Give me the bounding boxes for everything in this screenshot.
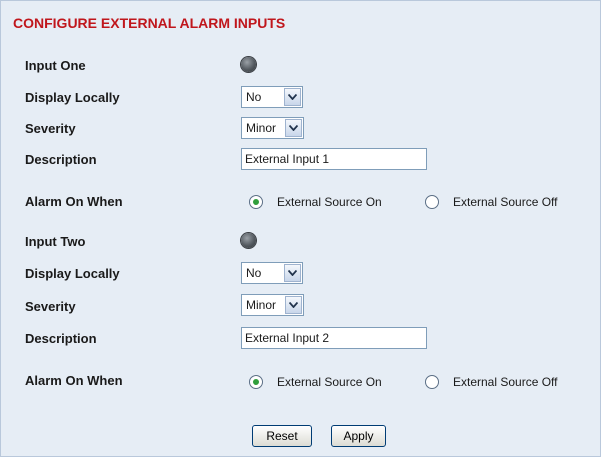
source-on-label[interactable]: External Source On	[277, 195, 382, 209]
radio-selected-dot	[253, 199, 259, 205]
select-value: No	[246, 266, 262, 280]
select-value: Minor	[246, 121, 277, 135]
chevron-down-icon[interactable]	[284, 264, 301, 282]
apply-button[interactable]: Apply	[331, 425, 386, 447]
display-locally-label: Display Locally	[25, 90, 120, 105]
input-one-source-off-radio[interactable]	[425, 195, 439, 209]
select-value: Minor	[246, 298, 277, 312]
source-on-label[interactable]: External Source On	[277, 375, 382, 389]
input-one-source-on-radio[interactable]	[249, 195, 263, 209]
description-label: Description	[25, 152, 97, 167]
input-one-label: Input One	[25, 58, 86, 73]
alarm-on-when-label: Alarm On When	[25, 373, 123, 388]
reset-button[interactable]: Reset	[252, 425, 312, 447]
input-one-status-led-icon	[241, 57, 256, 72]
description-label: Description	[25, 331, 97, 346]
source-off-label[interactable]: External Source Off	[453, 195, 558, 209]
input-two-description-field[interactable]	[241, 327, 427, 349]
severity-label: Severity	[25, 299, 76, 314]
source-off-label[interactable]: External Source Off	[453, 375, 558, 389]
input-two-severity-select[interactable]: Minor	[241, 294, 304, 316]
input-two-source-off-radio[interactable]	[425, 375, 439, 389]
input-two-display-locally-select[interactable]: No	[241, 262, 303, 284]
chevron-down-icon[interactable]	[285, 296, 302, 314]
input-two-status-led-icon	[241, 233, 256, 248]
display-locally-label: Display Locally	[25, 266, 120, 281]
severity-label: Severity	[25, 121, 76, 136]
chevron-down-icon[interactable]	[284, 88, 301, 106]
input-two-source-on-radio[interactable]	[249, 375, 263, 389]
chevron-down-icon[interactable]	[285, 119, 302, 137]
select-value: No	[246, 90, 262, 104]
input-one-severity-select[interactable]: Minor	[241, 117, 304, 139]
radio-selected-dot	[253, 379, 259, 385]
alarm-inputs-panel: CONFIGURE EXTERNAL ALARM INPUTS Input On…	[0, 0, 601, 457]
page-title: CONFIGURE EXTERNAL ALARM INPUTS	[13, 15, 286, 31]
input-one-display-locally-select[interactable]: No	[241, 86, 303, 108]
input-one-description-field[interactable]	[241, 148, 427, 170]
alarm-on-when-label: Alarm On When	[25, 194, 123, 209]
input-two-label: Input Two	[25, 234, 86, 249]
